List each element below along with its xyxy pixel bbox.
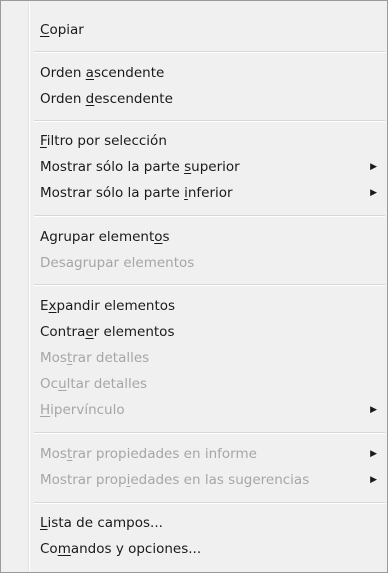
- menu-separator: [34, 502, 385, 504]
- context-menu: Copiar Orden ascendente Orden descendent…: [0, 0, 388, 573]
- menu-item-mostrar-parte-superior[interactable]: Mostrar sólo la parte superior ▶: [4, 154, 384, 180]
- menu-item-contraer-elementos[interactable]: Contraer elementos: [4, 319, 384, 345]
- menu-item-mostrar-detalles[interactable]: Mostrar detalles: [4, 345, 384, 371]
- menu-item-filtro-por-seleccion[interactable]: Filtro por selección: [4, 128, 384, 154]
- menu-item-mostrar-propiedades-sugerencias[interactable]: Mostrar propiedades en las sugerencias ▶: [4, 467, 384, 493]
- menu-item-hipervinculo[interactable]: Hipervínculo ▶: [4, 397, 384, 423]
- menu-separator: [34, 284, 385, 286]
- menu-item-ocultar-detalles[interactable]: Ocultar detalles: [4, 371, 384, 397]
- menu-item-copiar[interactable]: Copiar: [4, 17, 384, 43]
- menu-separator: [34, 51, 385, 53]
- menu-item-comandos-y-opciones[interactable]: Comandos y opciones...: [4, 536, 384, 562]
- menu-item-lista-de-campos[interactable]: Lista de campos...: [4, 510, 384, 536]
- submenu-arrow-icon: ▶: [370, 405, 377, 415]
- menu-item-mostrar-propiedades-informe[interactable]: Mostrar propiedades en informe ▶: [4, 441, 384, 467]
- submenu-arrow-icon: ▶: [370, 188, 377, 198]
- menu-item-desagrupar-elementos[interactable]: Desagrupar elementos: [4, 250, 384, 276]
- menu-separator: [34, 215, 385, 217]
- menu-item-orden-ascendente[interactable]: Orden ascendente: [4, 60, 384, 86]
- submenu-arrow-icon: ▶: [370, 475, 377, 485]
- submenu-arrow-icon: ▶: [370, 449, 377, 459]
- menu-item-agrupar-elementos[interactable]: Agrupar elementos: [4, 224, 384, 250]
- menu-separator: [34, 432, 385, 434]
- menu-item-orden-descendente[interactable]: Orden descendente: [4, 86, 384, 112]
- menu-item-mostrar-parte-inferior[interactable]: Mostrar sólo la parte inferior ▶: [4, 180, 384, 206]
- menu-item-expandir-elementos[interactable]: Expandir elementos: [4, 293, 384, 319]
- submenu-arrow-icon: ▶: [370, 162, 377, 172]
- menu-separator: [34, 120, 385, 122]
